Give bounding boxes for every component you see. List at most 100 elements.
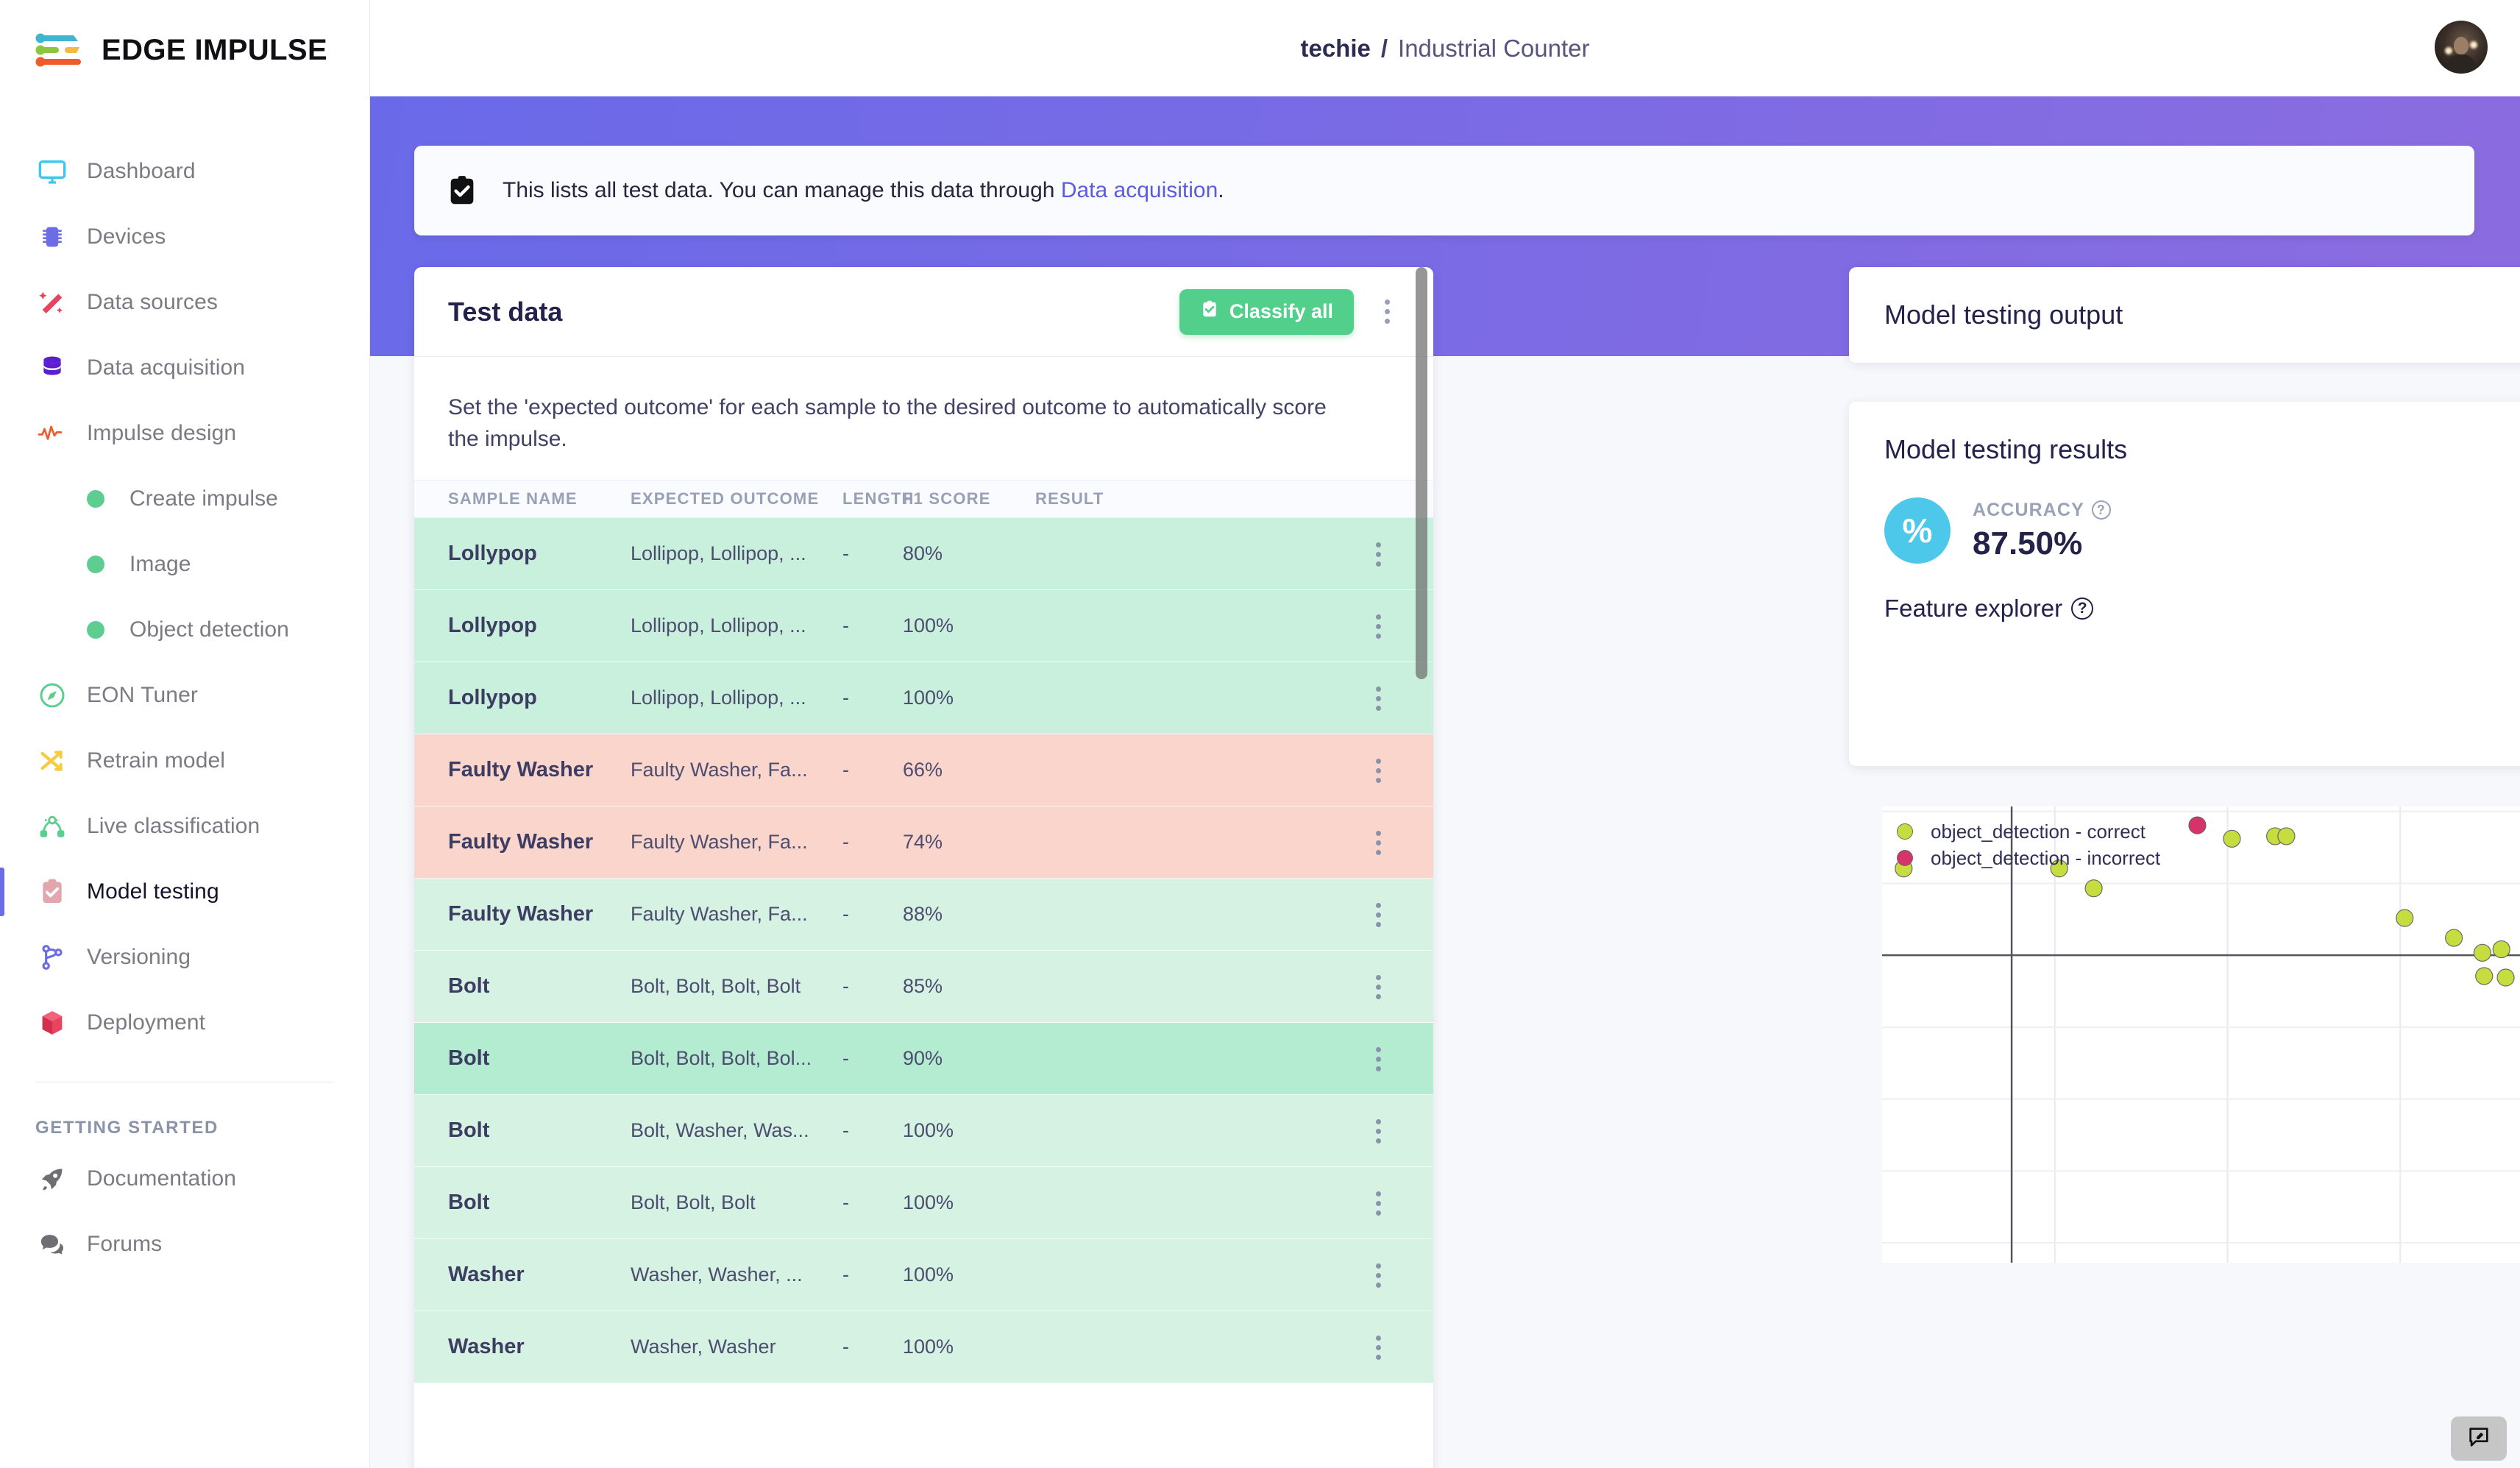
column-header-expected-outcome: EXPECTED OUTCOME xyxy=(631,489,842,508)
cell-sample-name: Washer xyxy=(448,1263,631,1287)
sidebar-subitem-label: Image xyxy=(129,552,191,577)
feature-explorer-plot[interactable]: object_detection - correct object_detect… xyxy=(1882,806,2520,1263)
brand[interactable]: EDGE IMPULSE xyxy=(0,0,369,68)
accuracy-row: % ACCURACY ? 87.50% xyxy=(1849,465,2520,564)
box-icon xyxy=(35,1006,69,1040)
sidebar-item-data-sources[interactable]: Data sources xyxy=(0,269,369,335)
cell-expected-outcome[interactable]: Faulty Washer, Fa... xyxy=(631,759,842,781)
table-row[interactable]: Faulty WasherFaulty Washer, Fa...-74% xyxy=(414,806,1433,879)
table-row[interactable]: BoltBolt, Bolt, Bolt, Bolt-85% xyxy=(414,951,1433,1023)
table-scrollbar[interactable] xyxy=(1416,267,1427,679)
cell-f1-score: 66% xyxy=(903,759,1035,781)
row-kebab-menu-icon[interactable] xyxy=(1361,603,1395,649)
cell-expected-outcome[interactable]: Bolt, Bolt, Bolt, Bolt xyxy=(631,975,842,998)
table-row[interactable]: WasherWasher, Washer-100% xyxy=(414,1311,1433,1383)
sidebar-subitem-label: Create impulse xyxy=(129,486,278,511)
row-kebab-menu-icon[interactable] xyxy=(1361,531,1395,577)
classify-all-button[interactable]: Classify all xyxy=(1179,289,1354,335)
data-acquisition-link[interactable]: Data acquisition xyxy=(1061,178,1218,202)
breadcrumb-owner[interactable]: techie xyxy=(1300,35,1370,63)
model-testing-results-title: Model testing results xyxy=(1849,402,2520,465)
row-kebab-menu-icon[interactable] xyxy=(1361,1036,1395,1082)
sidebar-item-eon-tuner[interactable]: EON Tuner xyxy=(0,662,369,728)
breadcrumb-project[interactable]: Industrial Counter xyxy=(1398,35,1589,63)
row-kebab-menu-icon[interactable] xyxy=(1361,748,1395,793)
table-row[interactable]: LollypopLollipop, Lollipop, ...-100% xyxy=(414,662,1433,734)
sidebar-item-deployment[interactable]: Deployment xyxy=(0,990,369,1055)
sidebar-item-retrain-model[interactable]: Retrain model xyxy=(0,728,369,793)
cell-expected-outcome[interactable]: Faulty Washer, Fa... xyxy=(631,831,842,854)
table-row[interactable]: BoltBolt, Bolt, Bolt, Bol...-90% xyxy=(414,1023,1433,1095)
clipboard-check-icon xyxy=(445,174,479,208)
sidebar-item-label: Model testing xyxy=(87,879,219,904)
cell-expected-outcome[interactable]: Bolt, Bolt, Bolt xyxy=(631,1191,842,1214)
model-testing-output-title: Model testing output xyxy=(1884,299,2123,330)
info-banner: This lists all test data. You can manage… xyxy=(414,146,2474,235)
cell-expected-outcome[interactable]: Faulty Washer, Fa... xyxy=(631,903,842,926)
table-row[interactable]: LollypopLollipop, Lollipop, ...-80% xyxy=(414,518,1433,590)
model-testing-output-card[interactable]: Model testing output xyxy=(1849,267,2520,363)
sidebar-item-forums[interactable]: Forums xyxy=(0,1211,369,1277)
table-row[interactable]: BoltBolt, Bolt, Bolt-100% xyxy=(414,1167,1433,1239)
cell-length: - xyxy=(842,542,903,565)
sidebar-section-title: GETTING STARTED xyxy=(0,1082,369,1146)
legend-label: object_detection - correct xyxy=(1931,820,2145,843)
sidebar-item-data-acquisition[interactable]: Data acquisition xyxy=(0,335,369,400)
question-circle-icon[interactable]: ? xyxy=(2071,598,2093,620)
table-row[interactable]: LollypopLollipop, Lollipop, ...-100% xyxy=(414,590,1433,662)
edge-impulse-logo-icon xyxy=(35,32,85,68)
info-banner-text-before: This lists all test data. You can manage… xyxy=(503,178,1061,202)
sidebar-subitem-object-detection[interactable]: Object detection xyxy=(0,597,369,662)
cell-expected-outcome[interactable]: Lollipop, Lollipop, ... xyxy=(631,614,842,637)
clipboard-check-icon xyxy=(1200,299,1219,324)
sidebar-item-versioning[interactable]: Versioning xyxy=(0,924,369,990)
accuracy-label: ACCURACY xyxy=(1973,500,2084,521)
legend-item-incorrect[interactable]: object_detection - incorrect xyxy=(1897,845,2160,871)
row-kebab-menu-icon[interactable] xyxy=(1361,1180,1395,1226)
row-kebab-menu-icon[interactable] xyxy=(1361,1108,1395,1154)
cell-sample-name: Faulty Washer xyxy=(448,830,631,854)
table-row[interactable]: Faulty WasherFaulty Washer, Fa...-88% xyxy=(414,879,1433,951)
cell-f1-score: 100% xyxy=(903,1191,1035,1214)
classify-all-label: Classify all xyxy=(1229,300,1333,323)
avatar[interactable] xyxy=(2435,21,2488,74)
feedback-button[interactable] xyxy=(2451,1416,2507,1461)
sidebar-item-documentation[interactable]: Documentation xyxy=(0,1146,369,1211)
row-kebab-menu-icon[interactable] xyxy=(1361,964,1395,1010)
question-circle-icon[interactable]: ? xyxy=(2092,500,2111,520)
scatter-svg[interactable] xyxy=(1882,806,2520,1263)
row-kebab-menu-icon[interactable] xyxy=(1361,676,1395,721)
row-kebab-menu-icon[interactable] xyxy=(1361,1252,1395,1298)
cell-sample-name: Faulty Washer xyxy=(448,902,631,926)
cell-expected-outcome[interactable]: Bolt, Washer, Was... xyxy=(631,1119,842,1142)
row-kebab-menu-icon[interactable] xyxy=(1361,1325,1395,1370)
sidebar-item-devices[interactable]: Devices xyxy=(0,204,369,269)
cell-f1-score: 85% xyxy=(903,975,1035,998)
table-row[interactable]: BoltBolt, Washer, Was...-100% xyxy=(414,1095,1433,1167)
test-data-note: Set the 'expected outcome' for each samp… xyxy=(414,357,1371,480)
kebab-menu-icon[interactable] xyxy=(1370,289,1404,335)
table-row[interactable]: WasherWasher, Washer, ...-100% xyxy=(414,1239,1433,1311)
row-kebab-menu-icon[interactable] xyxy=(1361,820,1395,865)
sidebar-item-model-testing[interactable]: Model testing xyxy=(0,859,369,924)
cell-expected-outcome[interactable]: Washer, Washer xyxy=(631,1336,842,1358)
cell-expected-outcome[interactable]: Washer, Washer, ... xyxy=(631,1263,842,1286)
chart-legend: object_detection - correct object_detect… xyxy=(1897,818,2160,871)
table-row[interactable]: Faulty WasherFaulty Washer, Fa...-66% xyxy=(414,734,1433,806)
clipboard-check-icon xyxy=(35,875,69,909)
cell-expected-outcome[interactable]: Bolt, Bolt, Bolt, Bol... xyxy=(631,1047,842,1070)
sidebar-item-impulse-design[interactable]: Impulse design xyxy=(0,400,369,466)
cell-length: - xyxy=(842,1191,903,1214)
sidebar-subitem-image[interactable]: Image xyxy=(0,531,369,597)
shuffle-icon xyxy=(35,744,69,778)
cell-length: - xyxy=(842,1263,903,1286)
sidebar-item-live-classification[interactable]: Live classification xyxy=(0,793,369,859)
cell-expected-outcome[interactable]: Lollipop, Lollipop, ... xyxy=(631,542,842,565)
sidebar-subitem-create-impulse[interactable]: Create impulse xyxy=(0,466,369,531)
row-kebab-menu-icon[interactable] xyxy=(1361,892,1395,937)
sidebar-item-dashboard[interactable]: Dashboard xyxy=(0,138,369,204)
cell-expected-outcome[interactable]: Lollipop, Lollipop, ... xyxy=(631,687,842,709)
sidebar-subitem-label: Object detection xyxy=(129,617,289,642)
legend-item-correct[interactable]: object_detection - correct xyxy=(1897,818,2160,845)
database-icon xyxy=(35,351,69,385)
